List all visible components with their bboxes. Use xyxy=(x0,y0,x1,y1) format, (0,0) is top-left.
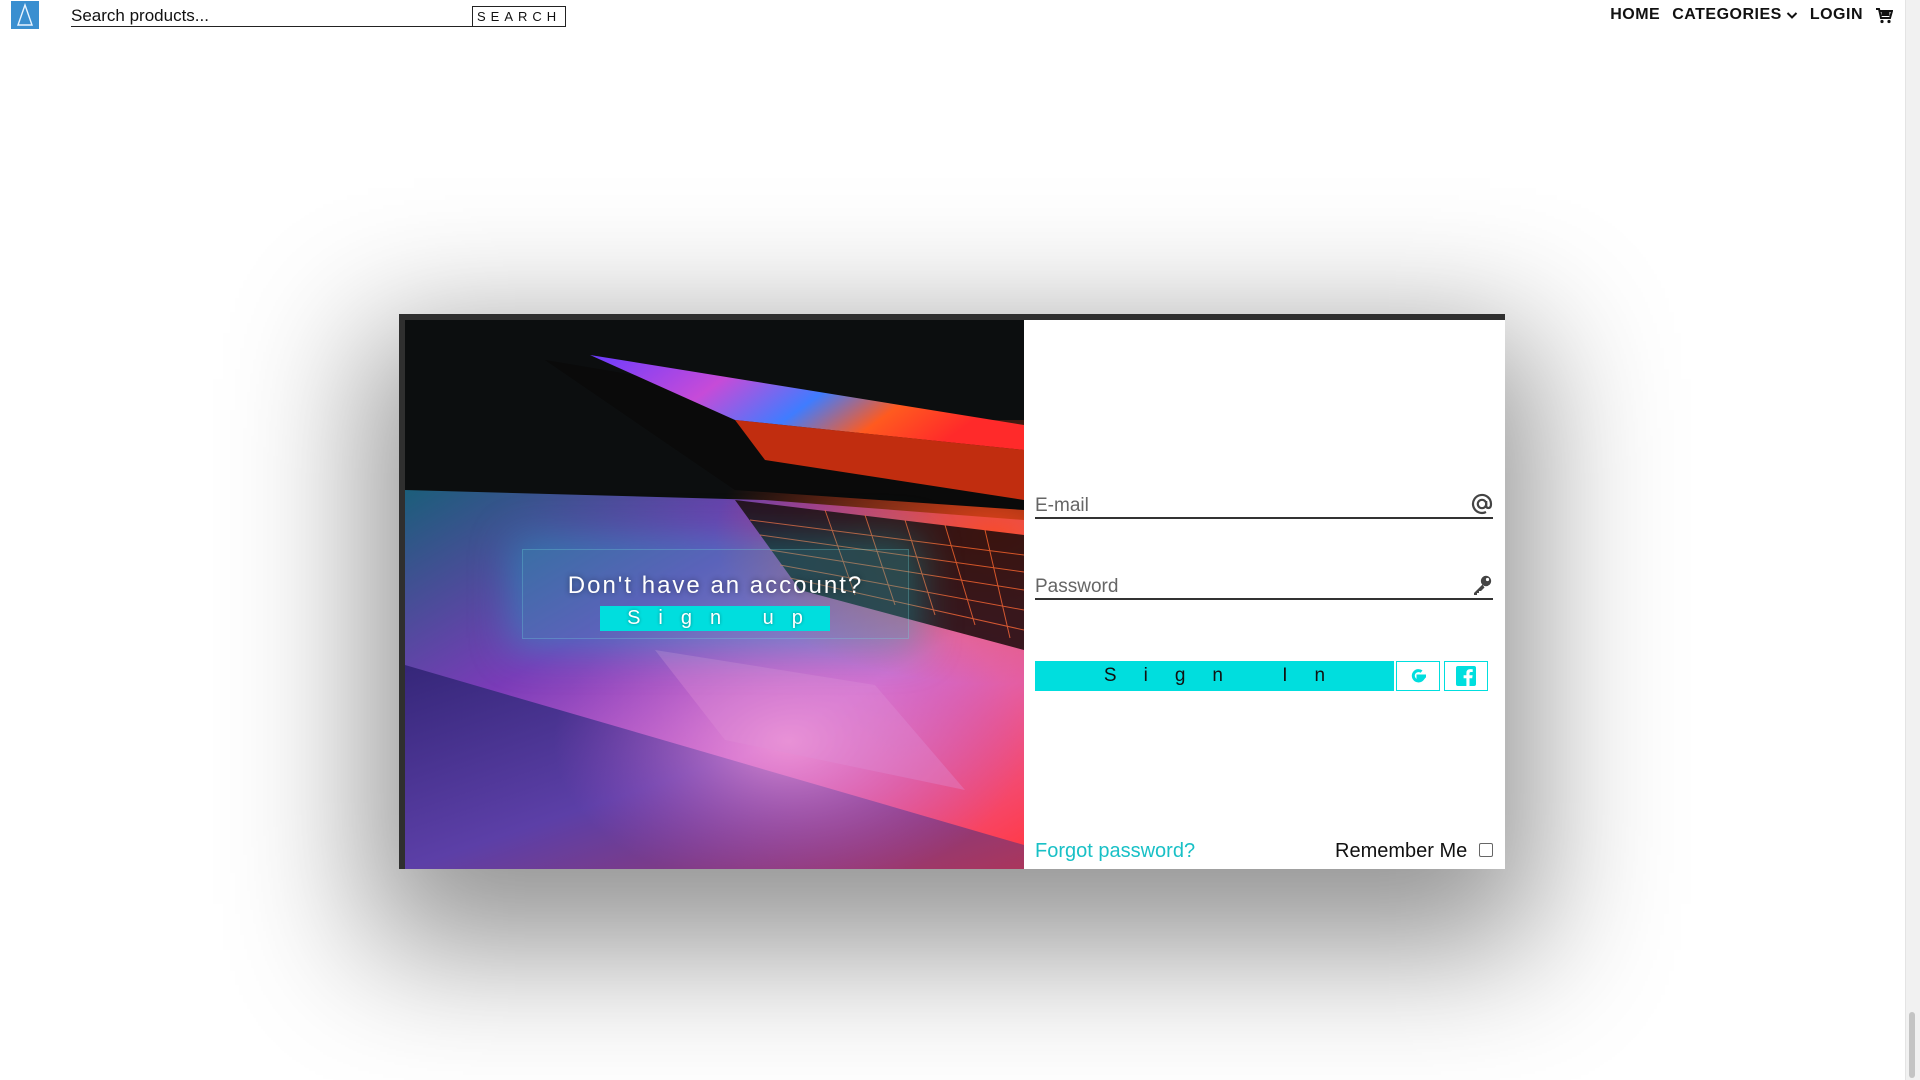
password-field[interactable] xyxy=(1035,576,1455,598)
signup-button[interactable]: Sign up xyxy=(600,606,830,631)
signin-row: Sign In xyxy=(1035,661,1493,691)
login-form: Sign In Forgot password? Remember Me xyxy=(1024,320,1505,869)
chevron-down-icon xyxy=(1786,10,1798,20)
remember-me-label: Remember Me xyxy=(1335,840,1468,862)
signin-button[interactable]: Sign In xyxy=(1035,661,1394,691)
login-card: Don't have an account? Sign up E-mail Si… xyxy=(399,314,1505,869)
laptop-hero-image: Don't have an account? Sign up xyxy=(405,320,1024,869)
email-field-wrapper xyxy=(1035,487,1493,519)
facebook-icon[interactable] xyxy=(1444,661,1488,691)
search-button[interactable]: SEARCH xyxy=(472,6,566,26)
nav-login[interactable]: LOGIN xyxy=(1810,6,1863,24)
page-scrollbar-thumb[interactable] xyxy=(1909,1012,1915,1078)
nav-categories-label: CATEGORIES xyxy=(1672,6,1782,23)
nav-home[interactable]: HOME xyxy=(1610,6,1660,24)
google-icon[interactable] xyxy=(1396,661,1440,691)
search-bar: SEARCH xyxy=(71,6,566,27)
signup-callout: Don't have an account? Sign up xyxy=(522,549,909,639)
at-sign-icon xyxy=(1471,493,1493,515)
signup-prompt: Don't have an account? xyxy=(567,572,864,599)
nav-categories[interactable]: CATEGORIES xyxy=(1672,6,1798,24)
page-scrollbar[interactable] xyxy=(1905,0,1920,1080)
search-input[interactable] xyxy=(71,6,461,26)
key-icon xyxy=(1471,574,1493,596)
top-navigation-bar: SEARCH HOME CATEGORIES LOGIN xyxy=(0,0,1905,34)
forgot-password-link[interactable]: Forgot password? xyxy=(1035,840,1195,863)
password-field-wrapper xyxy=(1035,568,1493,600)
triangle-logo-icon[interactable] xyxy=(11,1,39,29)
main-nav: HOME CATEGORIES LOGIN xyxy=(1598,6,1893,24)
shopping-cart-icon[interactable] xyxy=(1875,7,1893,24)
remember-me-checkbox[interactable] xyxy=(1479,843,1493,857)
email-field[interactable] xyxy=(1035,495,1455,517)
